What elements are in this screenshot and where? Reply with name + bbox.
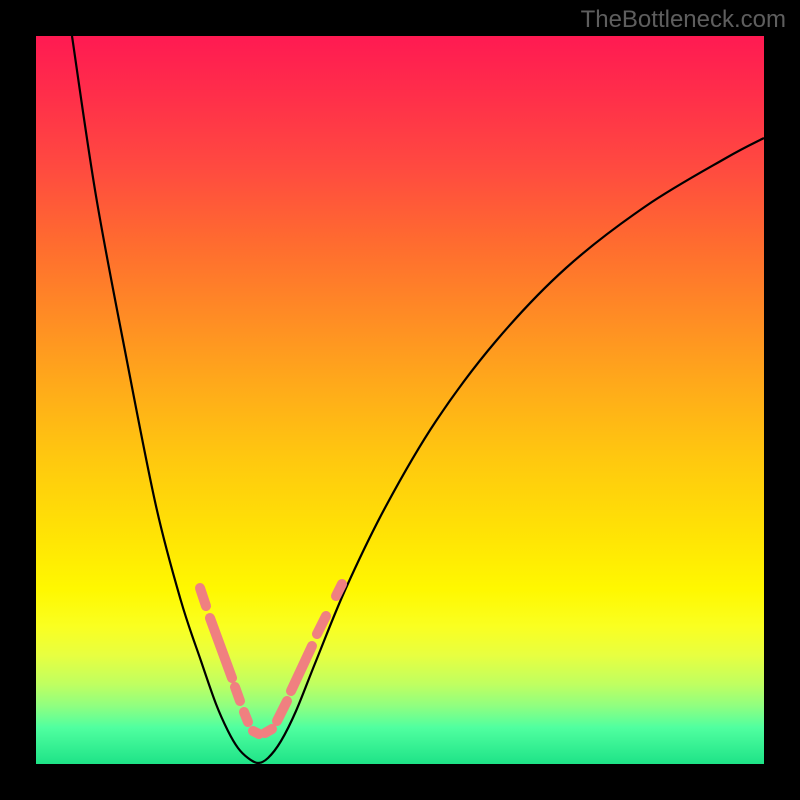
dash-segment [265,729,272,733]
dash-segment [291,646,312,691]
dash-segment [336,584,342,596]
watermark-text: TheBottleneck.com [581,6,786,34]
dash-segment [235,687,240,701]
dash-segment [253,731,259,734]
chart-svg [36,36,764,764]
dash-segment [210,618,232,678]
dash-segment [200,588,206,606]
dashed-overlay [200,584,342,734]
dash-segment [277,701,287,721]
dash-segment [244,712,248,722]
chart-plot-area [36,36,764,764]
bottleneck-curve [72,36,764,763]
dash-segment [317,616,326,634]
